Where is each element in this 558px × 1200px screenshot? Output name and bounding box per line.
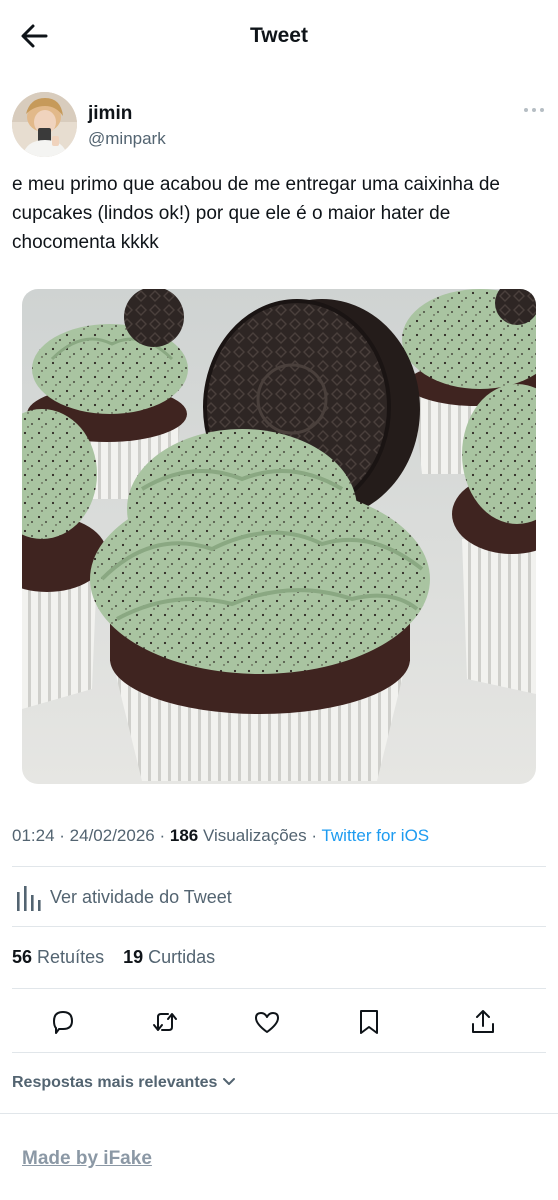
author-handle[interactable]: @minpark: [88, 128, 166, 150]
more-dots-icon: [524, 108, 544, 112]
reply-button[interactable]: [48, 1007, 78, 1037]
divider: [12, 926, 546, 927]
views-count: 186: [169, 826, 199, 845]
divider: [0, 1113, 558, 1114]
retweets-label: Retuítes: [37, 947, 105, 967]
tweet-author: jimin @minpark: [12, 92, 546, 158]
likes-label: Curtidas: [148, 947, 216, 967]
analytics-icon: [17, 886, 41, 911]
bookmark-icon: [360, 1010, 378, 1034]
activity-label: Ver atividade do Tweet: [50, 887, 232, 907]
author-name[interactable]: jimin: [88, 103, 132, 125]
tweet-actions: [0, 1004, 558, 1038]
likes-count: 19: [123, 947, 144, 967]
tweet-source-link[interactable]: Twitter for iOS: [321, 826, 429, 845]
like-icon: [255, 1012, 279, 1033]
tweet-meta: 01:24 · 24/02/2026 · 186 Visualizações ·…: [12, 824, 546, 848]
replies-sort-label: Respostas mais relevantes: [12, 1074, 218, 1091]
likes-stat[interactable]: 19 Curtidas: [123, 947, 215, 967]
replies-sort-dropdown[interactable]: Respostas mais relevantes: [12, 1071, 237, 1095]
tweet-stats: 56 Retuítes 19 Curtidas: [12, 944, 546, 970]
tweet-date: 24/02/2026: [69, 826, 155, 845]
avatar-image: [12, 92, 77, 157]
chevron-down-icon: [223, 1078, 236, 1085]
cupcakes-photo: [22, 289, 536, 784]
retweets-stat[interactable]: 56 Retuítes: [12, 947, 104, 967]
meta-separator: ·: [311, 826, 322, 845]
meta-separator: ·: [59, 826, 70, 845]
top-bar: Tweet: [0, 0, 558, 72]
divider: [12, 988, 546, 989]
reply-icon: [53, 1011, 73, 1034]
avatar[interactable]: [12, 92, 77, 157]
made-by-ifake-watermark[interactable]: Made by iFake: [22, 1146, 152, 1172]
like-button[interactable]: [252, 1007, 282, 1037]
tweet-time: 01:24: [12, 826, 55, 845]
share-icon: [472, 1010, 494, 1033]
more-options-button[interactable]: [522, 102, 546, 118]
retweet-icon: [153, 1013, 177, 1031]
divider: [12, 866, 546, 867]
page-title: Tweet: [250, 24, 308, 47]
retweets-count: 56: [12, 947, 33, 967]
views-label: Visualizações: [203, 826, 307, 845]
retweet-button[interactable]: [150, 1007, 180, 1037]
bookmark-button[interactable]: [354, 1007, 384, 1037]
share-button[interactable]: [468, 1007, 498, 1037]
tweet-activity-link[interactable]: Ver atividade do Tweet: [12, 880, 546, 914]
tweet-text: e meu primo que acabou de me entregar um…: [12, 174, 500, 253]
meta-separator: ·: [159, 826, 170, 845]
tweet-image[interactable]: [22, 289, 536, 784]
divider: [12, 1052, 546, 1053]
